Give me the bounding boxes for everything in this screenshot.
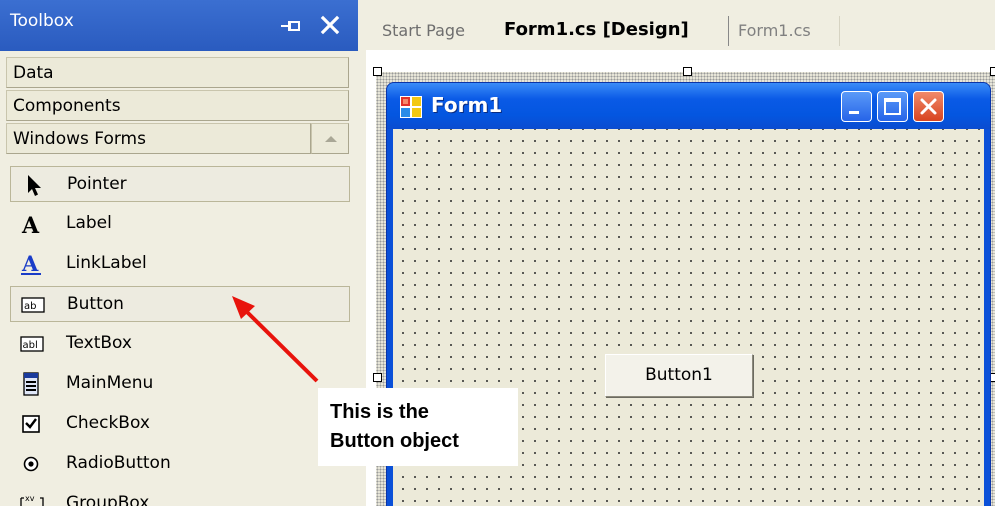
toolbox-item-linklabel[interactable]: A LinkLabel bbox=[10, 246, 350, 282]
annotation-line-1: This is the bbox=[330, 401, 429, 423]
close-icon[interactable] bbox=[318, 13, 342, 37]
chevron-up-icon bbox=[325, 136, 337, 142]
svg-text:xv: xv bbox=[25, 494, 35, 503]
svg-text:A: A bbox=[21, 213, 40, 236]
groupbox-icon: xv bbox=[20, 494, 44, 506]
annotation-line-2: Button object bbox=[330, 430, 459, 452]
button1[interactable]: Button1 bbox=[605, 354, 753, 397]
toolbox-panel: Toolbox Data Components Windows Forms Po… bbox=[0, 0, 358, 506]
category-windows-forms[interactable]: Windows Forms bbox=[6, 123, 311, 154]
toolbox-item-button[interactable]: ab Button bbox=[10, 286, 350, 322]
category-data-label: Data bbox=[13, 63, 54, 83]
pin-icon[interactable] bbox=[281, 20, 301, 32]
button-icon: ab bbox=[21, 297, 45, 313]
minimize-icon bbox=[849, 111, 859, 114]
checkbox-icon bbox=[22, 415, 40, 433]
resize-handle[interactable] bbox=[683, 67, 692, 76]
toolbox-item-radiobutton[interactable]: RadioButton bbox=[10, 446, 350, 482]
tab-start-page[interactable]: Start Page bbox=[382, 12, 465, 48]
minimize-button[interactable] bbox=[841, 91, 872, 122]
document-tab-bar: Start Page Form1.cs [Design] Form1.cs bbox=[366, 12, 995, 50]
svg-text:abl: abl bbox=[23, 340, 38, 351]
toolbox-item-label: Pointer bbox=[67, 174, 127, 194]
close-window-button[interactable] bbox=[913, 91, 944, 122]
tab-divider bbox=[728, 16, 729, 46]
toolbox-item-label: CheckBox bbox=[66, 413, 150, 433]
toolbox-item-label: Button bbox=[67, 294, 124, 314]
category-windows-forms-label: Windows Forms bbox=[13, 129, 146, 149]
toolbox-title: Toolbox bbox=[10, 11, 74, 31]
toolbox-item-label: Label bbox=[66, 213, 112, 233]
textbox-icon: abl bbox=[20, 336, 44, 352]
tab-form1-code[interactable]: Form1.cs bbox=[738, 12, 811, 48]
toolbox-item-label: GroupBox bbox=[66, 493, 150, 506]
toolbox-item-label: LinkLabel bbox=[66, 253, 147, 273]
toolbox-item-textbox[interactable]: abl TextBox bbox=[10, 326, 350, 362]
toolbox-item-groupbox[interactable]: xv GroupBox bbox=[10, 486, 350, 506]
category-components-label: Components bbox=[13, 96, 121, 116]
toolbox-item-label-control[interactable]: A Label bbox=[10, 206, 350, 242]
maximize-button[interactable] bbox=[877, 91, 908, 122]
toolbox-item-mainmenu[interactable]: MainMenu bbox=[10, 366, 350, 402]
toolbox-item-label: MainMenu bbox=[66, 373, 154, 393]
radiobutton-icon bbox=[23, 456, 39, 472]
tab-divider bbox=[839, 16, 840, 46]
close-icon bbox=[920, 98, 937, 115]
form-icon bbox=[400, 96, 422, 118]
category-components[interactable]: Components bbox=[6, 90, 349, 121]
form-title-bar[interactable]: Form1 bbox=[387, 83, 990, 129]
label-icon: A bbox=[21, 213, 40, 236]
svg-text:A: A bbox=[21, 252, 39, 276]
toolbox-item-label: TextBox bbox=[66, 333, 132, 353]
mainmenu-icon bbox=[23, 372, 39, 396]
toolbox-header: Toolbox bbox=[0, 0, 358, 51]
linklabel-icon: A bbox=[21, 252, 41, 276]
toolbox-item-list: Pointer A Label A LinkLabel ab Button ab… bbox=[6, 160, 354, 506]
svg-text:ab: ab bbox=[24, 301, 36, 312]
resize-handle[interactable] bbox=[990, 67, 995, 76]
form-title: Form1 bbox=[431, 93, 503, 117]
pointer-icon bbox=[28, 175, 41, 196]
toolbox-item-checkbox[interactable]: CheckBox bbox=[10, 406, 350, 442]
scroll-up-button[interactable] bbox=[311, 123, 349, 154]
annotation-callout: This is the Button object bbox=[318, 388, 518, 466]
tab-form1-design[interactable]: Form1.cs [Design] bbox=[504, 12, 689, 48]
toolbox-item-label: RadioButton bbox=[66, 453, 171, 473]
maximize-icon bbox=[884, 98, 901, 115]
resize-handle[interactable] bbox=[373, 67, 382, 76]
toolbox-item-pointer[interactable]: Pointer bbox=[10, 166, 350, 202]
category-data[interactable]: Data bbox=[6, 57, 349, 88]
resize-handle[interactable] bbox=[373, 373, 382, 382]
